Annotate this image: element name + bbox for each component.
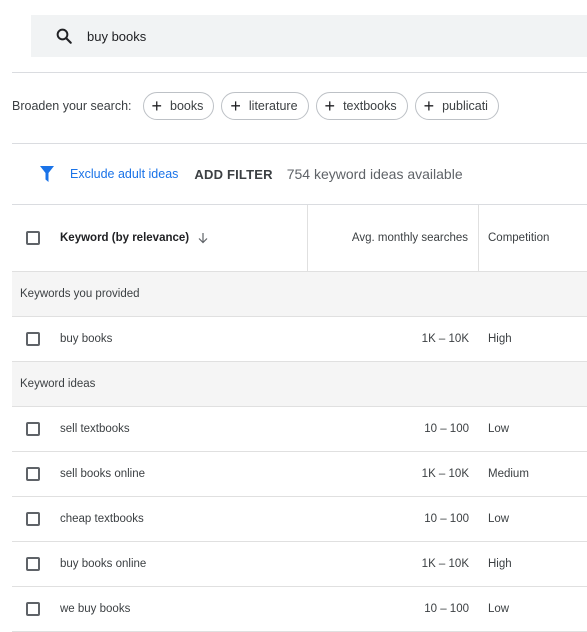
section-title: Keyword ideas — [20, 378, 96, 390]
broaden-search-bar: Broaden your search: + books + literatur… — [12, 92, 506, 120]
section-title: Keywords you provided — [20, 288, 140, 300]
exclude-adult-ideas-link[interactable]: Exclude adult ideas — [70, 167, 178, 181]
arrow-down-icon[interactable] — [197, 232, 209, 244]
divider — [12, 72, 587, 73]
broaden-label: Broaden your search: — [12, 99, 132, 113]
chip-label: textbooks — [343, 99, 397, 113]
section-header: Keywords you provided — [12, 272, 587, 317]
chip-label: literature — [248, 99, 298, 113]
chip-label: publicati — [442, 99, 488, 113]
competition-cell: Low — [488, 603, 510, 615]
row-checkbox[interactable] — [26, 602, 40, 616]
filter-bar: Exclude adult ideas ADD FILTER 754 keywo… — [40, 163, 463, 185]
table-row[interactable]: cheap textbooks 10 – 100 Low — [12, 497, 587, 542]
search-bar[interactable]: buy books — [31, 15, 587, 57]
keyword-cell: sell books online — [60, 468, 146, 480]
search-icon[interactable] — [55, 25, 77, 47]
chip-publications[interactable]: + publicati — [414, 92, 499, 120]
competition-header[interactable]: Competition — [479, 205, 587, 271]
keyword-cell: buy books — [60, 333, 113, 345]
competition-cell: Low — [488, 513, 510, 525]
chip-books[interactable]: + books — [142, 92, 215, 120]
keyword-cell: we buy books — [60, 603, 131, 615]
row-checkbox[interactable] — [26, 512, 40, 526]
add-filter-button[interactable]: ADD FILTER — [194, 167, 272, 182]
keyword-table: Keyword (by relevance) Avg. monthly sear… — [12, 204, 587, 632]
competition-cell: High — [488, 558, 512, 570]
search-query: buy books — [87, 28, 147, 44]
plus-icon: + — [423, 96, 435, 116]
competition-cell: Medium — [488, 468, 529, 480]
competition-cell: High — [488, 333, 512, 345]
row-checkbox[interactable] — [26, 467, 40, 481]
avg-searches-cell: 10 – 100 — [424, 603, 469, 615]
competition-cell: Low — [488, 423, 510, 435]
chip-textbooks[interactable]: + textbooks — [315, 92, 408, 120]
funnel-icon[interactable] — [40, 166, 54, 182]
avg-monthly-searches-header[interactable]: Avg. monthly searches — [307, 205, 479, 271]
keyword-cell: sell textbooks — [60, 423, 130, 435]
avg-searches-cell: 1K – 10K — [421, 558, 469, 570]
keyword-cell: buy books online — [60, 558, 147, 570]
chip-label: books — [170, 99, 204, 113]
plus-icon: + — [151, 96, 163, 116]
chip-literature[interactable]: + literature — [221, 92, 309, 120]
section-header: Keyword ideas — [12, 362, 587, 407]
select-all-checkbox[interactable] — [26, 231, 40, 245]
table-row[interactable]: buy books online 1K – 10K High — [12, 542, 587, 587]
keyword-cell: cheap textbooks — [60, 513, 144, 525]
divider — [12, 143, 587, 144]
table-row[interactable]: sell books online 1K – 10K Medium — [12, 452, 587, 497]
row-checkbox[interactable] — [26, 332, 40, 346]
table-row[interactable]: buy books 1K – 10K High — [12, 317, 587, 362]
plus-icon: + — [324, 96, 336, 116]
table-row[interactable]: we buy books 10 – 100 Low — [12, 587, 587, 632]
row-checkbox[interactable] — [26, 557, 40, 571]
avg-searches-cell: 1K – 10K — [421, 333, 469, 345]
keyword-column-header[interactable]: Keyword (by relevance) — [60, 232, 189, 244]
table-row[interactable]: sell textbooks 10 – 100 Low — [12, 407, 587, 452]
avg-searches-cell: 10 – 100 — [424, 423, 469, 435]
avg-searches-cell: 1K – 10K — [421, 468, 469, 480]
table-header: Keyword (by relevance) Avg. monthly sear… — [12, 204, 587, 272]
row-checkbox[interactable] — [26, 422, 40, 436]
plus-icon: + — [230, 96, 241, 116]
keyword-count: 754 keyword ideas available — [286, 166, 463, 182]
avg-searches-cell: 10 – 100 — [424, 513, 469, 525]
